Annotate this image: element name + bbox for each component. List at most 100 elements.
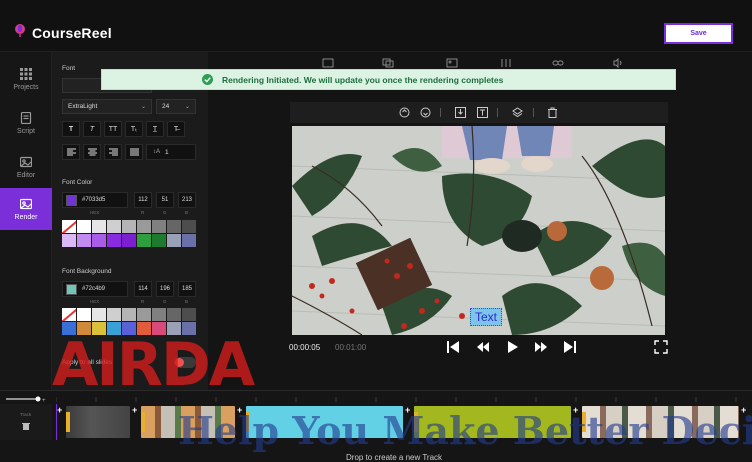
font-bg-r-input[interactable]: 114	[134, 281, 152, 297]
nav-label: Render	[14, 213, 38, 221]
fast-forward-icon[interactable]	[534, 340, 548, 354]
audio-icon[interactable]	[612, 58, 624, 68]
font-bg-b-input[interactable]: 185	[178, 281, 196, 297]
color-swatch[interactable]	[182, 308, 196, 321]
color-swatch[interactable]	[122, 234, 136, 247]
color-swatch[interactable]	[77, 234, 91, 247]
layers-icon[interactable]	[382, 58, 394, 68]
font-color-label: Font Color	[62, 179, 93, 186]
color-swatch[interactable]	[92, 234, 106, 247]
underline-button[interactable]: T̲	[146, 121, 164, 137]
text-box-icon[interactable]	[477, 107, 488, 118]
fullscreen-icon[interactable]	[654, 340, 668, 354]
font-color-palette	[62, 220, 196, 247]
nav-render[interactable]: Render	[0, 188, 52, 230]
color-swatch[interactable]	[92, 220, 106, 233]
text-format-row: T T TT Tₜ T̲ T̶	[62, 121, 185, 137]
rewind-icon[interactable]	[476, 340, 490, 354]
font-bg-g-input[interactable]: 196	[156, 281, 174, 297]
skip-start-icon[interactable]	[446, 340, 460, 354]
color-swatch[interactable]	[122, 308, 136, 321]
video-preview[interactable]	[292, 126, 665, 335]
color-swatch[interactable]	[107, 308, 121, 321]
color-swatch[interactable]	[107, 220, 121, 233]
font-weight-select[interactable]: ExtraLight ⌄	[62, 99, 152, 114]
strikethrough-button[interactable]: T̶	[167, 121, 185, 137]
color-swatch[interactable]	[167, 220, 181, 233]
redo-icon[interactable]	[420, 107, 431, 118]
align-left-icon	[66, 148, 76, 156]
equalizer-icon[interactable]	[500, 58, 512, 68]
add-clip-icon[interactable]: +	[132, 406, 140, 415]
align-center-button[interactable]	[83, 144, 101, 160]
color-swatch[interactable]	[182, 234, 196, 247]
preview-scene-image	[292, 126, 665, 335]
color-swatch[interactable]	[137, 220, 151, 233]
play-icon[interactable]	[505, 340, 519, 354]
color-swatch[interactable]	[77, 308, 91, 321]
left-nav: Projects Script Editor Render	[0, 52, 52, 390]
align-right-button[interactable]	[104, 144, 122, 160]
b-label: B	[185, 210, 189, 215]
font-color-r-input[interactable]: 112	[134, 192, 152, 208]
subscript-button[interactable]: Tₜ	[125, 121, 143, 137]
download-icon[interactable]	[455, 107, 466, 118]
logo-icon	[15, 24, 25, 37]
align-justify-button[interactable]	[125, 144, 143, 160]
font-color-b-input[interactable]: 213	[178, 192, 196, 208]
media-icon[interactable]	[446, 58, 458, 68]
line-height-icon: ↕A	[153, 149, 161, 155]
align-left-button[interactable]	[62, 144, 80, 160]
watermark-tagline: Help You Make Better Deci	[178, 408, 752, 453]
color-swatch[interactable]	[77, 220, 91, 233]
uppercase-button[interactable]: TT	[104, 121, 122, 137]
link-icon[interactable]	[552, 58, 564, 68]
nav-label: Projects	[13, 83, 39, 91]
color-swatch[interactable]	[152, 308, 166, 321]
no-color-swatch[interactable]	[62, 220, 76, 233]
color-swatch[interactable]	[122, 220, 136, 233]
color-swatch[interactable]	[152, 234, 166, 247]
font-color-hex: #7033d5	[82, 197, 106, 203]
color-swatch[interactable]	[62, 234, 76, 247]
rendering-toast: Rendering Initiated. We will update you …	[101, 69, 676, 90]
line-height-input[interactable]: ↕A 1	[146, 144, 196, 160]
color-swatch[interactable]	[92, 308, 106, 321]
font-bg-hex-input[interactable]: #72c4b9	[62, 281, 128, 297]
font-color-swatch[interactable]	[66, 194, 77, 206]
font-size-select[interactable]: 24 ⌄	[156, 99, 196, 114]
undo-icon[interactable]	[399, 107, 410, 118]
track-header: Track	[0, 404, 52, 440]
nav-editor[interactable]: Editor	[0, 146, 52, 188]
text-overlay[interactable]: Text	[470, 308, 502, 326]
fit-icon[interactable]	[322, 58, 334, 68]
check-circle-icon	[202, 74, 213, 85]
color-swatch[interactable]	[167, 308, 181, 321]
font-bg-swatch[interactable]	[66, 283, 77, 295]
no-color-swatch[interactable]	[62, 308, 76, 321]
render-icon	[20, 198, 32, 209]
italic-button[interactable]: T	[83, 121, 101, 137]
color-swatch[interactable]	[137, 308, 151, 321]
font-color-g-input[interactable]: 51	[156, 192, 174, 208]
nav-projects[interactable]: Projects	[0, 58, 52, 100]
skip-end-icon[interactable]	[563, 340, 577, 354]
layers-stack-icon[interactable]	[512, 107, 523, 118]
brand-name: CourseReel	[32, 25, 112, 41]
add-clip-icon[interactable]: +	[57, 406, 65, 415]
color-swatch[interactable]	[182, 220, 196, 233]
zoom-slider[interactable]: +	[6, 395, 48, 403]
nav-script[interactable]: Script	[0, 102, 52, 144]
color-swatch[interactable]	[167, 234, 181, 247]
save-button[interactable]: Save	[664, 23, 733, 44]
chevron-down-icon: ⌄	[184, 104, 190, 110]
color-swatch[interactable]	[107, 234, 121, 247]
trash-icon[interactable]	[22, 422, 30, 430]
timeline-clip[interactable]	[66, 406, 130, 438]
color-swatch[interactable]	[137, 234, 151, 247]
color-swatch[interactable]	[152, 220, 166, 233]
trash-icon[interactable]	[547, 107, 558, 118]
drop-hint: Drop to create a new Track	[346, 453, 443, 462]
font-color-hex-input[interactable]: #7033d5	[62, 192, 128, 208]
bold-button[interactable]: T	[62, 121, 80, 137]
